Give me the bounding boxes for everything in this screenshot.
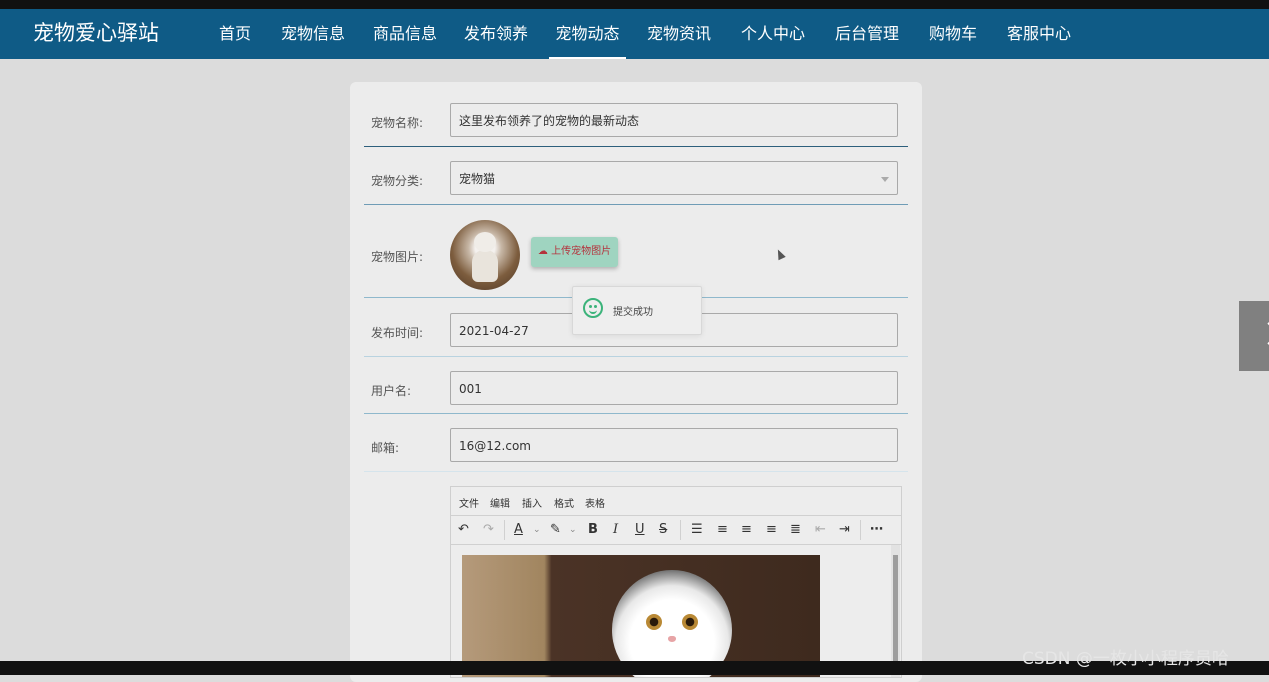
toast-message: 提交成功 [613,307,653,318]
editor-toolbar: ↶ ↷ A ⌄ ✎ ⌄ B I U S ☰ ≡ ≡ ≡ ≣ ⇤ ⇥ ⋯ [451,516,901,545]
row-username: 用户名: 001 [364,371,908,415]
divider [364,471,908,472]
nav-item-pet-news[interactable]: 宠物动态 [549,9,626,59]
redo-icon[interactable]: ↷ [483,522,494,538]
nav-item-pet-articles[interactable]: 宠物资讯 [647,9,711,59]
italic-icon[interactable]: I [613,522,618,538]
bold-icon[interactable]: B [588,522,598,538]
cloud-upload-icon: ☁ [537,246,548,257]
highlight-icon[interactable]: ✎ [550,522,561,538]
toolbar-separator [860,520,861,540]
side-next-arrow[interactable] [1239,301,1269,371]
nav-item-customer-service[interactable]: 客服中心 [1007,9,1071,59]
editor-scrollbar[interactable] [891,545,900,677]
pet-image-thumbnail [450,220,520,290]
nav-item-admin[interactable]: 后台管理 [835,9,899,59]
toolbar-separator [680,520,681,540]
publish-time-label: 发布时间: [371,326,424,340]
nav-item-personal-center[interactable]: 个人中心 [741,9,805,59]
rich-text-editor[interactable]: 文件 编辑 插入 格式 表格 ↶ ↷ A ⌄ ✎ ⌄ B I U S ☰ ≡ ≡… [450,486,902,678]
category-select[interactable]: 宠物猫 [450,161,898,195]
toolbar-separator [504,520,505,540]
smile-icon [583,298,603,318]
chevron-down-icon[interactable]: ⌄ [533,522,541,538]
menu-format[interactable]: 格式 [554,495,574,510]
divider [364,146,908,147]
watermark: CSDN @一枚小小程序员哈 [1022,649,1229,669]
row-pet-name: 宠物名称: 这里发布领养了的宠物的最新动态 [364,103,908,147]
menu-insert[interactable]: 插入 [522,495,542,510]
chevron-down-icon[interactable]: ⌄ [569,522,577,538]
brand-title: 宠物爱心驿站 [33,21,159,45]
username-input[interactable]: 001 [450,371,898,405]
menu-file[interactable]: 文件 [459,495,479,510]
outdent-icon[interactable]: ⇤ [815,522,826,538]
divider [364,413,908,414]
nav-item-pet-info[interactable]: 宠物信息 [281,9,345,59]
pet-name-label: 宠物名称: [371,116,424,130]
more-icon[interactable]: ⋯ [870,522,883,538]
nav-item-cart[interactable]: 购物车 [929,9,977,59]
menu-table[interactable]: 表格 [585,495,605,510]
chevron-right-icon [1257,321,1269,346]
justify-icon[interactable]: ≣ [790,522,801,538]
menu-edit[interactable]: 编辑 [490,495,510,510]
editor-menubar: 文件 编辑 插入 格式 表格 [451,487,901,516]
chevron-down-icon [881,177,889,182]
nav-item-goods-info[interactable]: 商品信息 [373,9,437,59]
align-left-icon[interactable]: ≡ [717,522,728,538]
pet-image-label: 宠物图片: [371,250,424,264]
upload-image-button[interactable]: ☁ 上传宠物图片 [531,237,618,267]
username-label: 用户名: [371,384,412,398]
list-icon[interactable]: ☰ [691,522,703,538]
align-center-icon[interactable]: ≡ [741,522,752,538]
underline-icon[interactable]: U [635,522,645,538]
editor-content[interactable] [451,545,891,677]
row-email: 邮箱: 16@12.com [364,428,908,472]
nav-item-home[interactable]: 首页 [219,9,251,59]
align-right-icon[interactable]: ≡ [766,522,777,538]
top-black-bar [0,0,1269,9]
cat-photo [462,555,820,677]
category-label: 宠物分类: [371,174,424,188]
indent-icon[interactable]: ⇥ [839,522,850,538]
success-toast: 提交成功 [572,286,702,335]
category-value: 宠物猫 [459,172,496,186]
navbar: 宠物爱心驿站 首页 宠物信息 商品信息 发布领养 宠物动态 宠物资讯 个人中心 … [0,9,1269,59]
strikethrough-icon[interactable]: S [659,522,667,538]
nav-item-publish-adoption[interactable]: 发布领养 [464,9,528,59]
upload-button-label: 上传宠物图片 [551,246,612,257]
undo-icon[interactable]: ↶ [458,522,469,538]
email-label: 邮箱: [371,441,400,455]
text-color-icon[interactable]: A [514,522,523,538]
divider [364,204,908,205]
email-input[interactable]: 16@12.com [450,428,898,462]
row-category: 宠物分类: 宠物猫 [364,161,908,205]
divider [364,356,908,357]
pet-name-input[interactable]: 这里发布领养了的宠物的最新动态 [450,103,898,137]
